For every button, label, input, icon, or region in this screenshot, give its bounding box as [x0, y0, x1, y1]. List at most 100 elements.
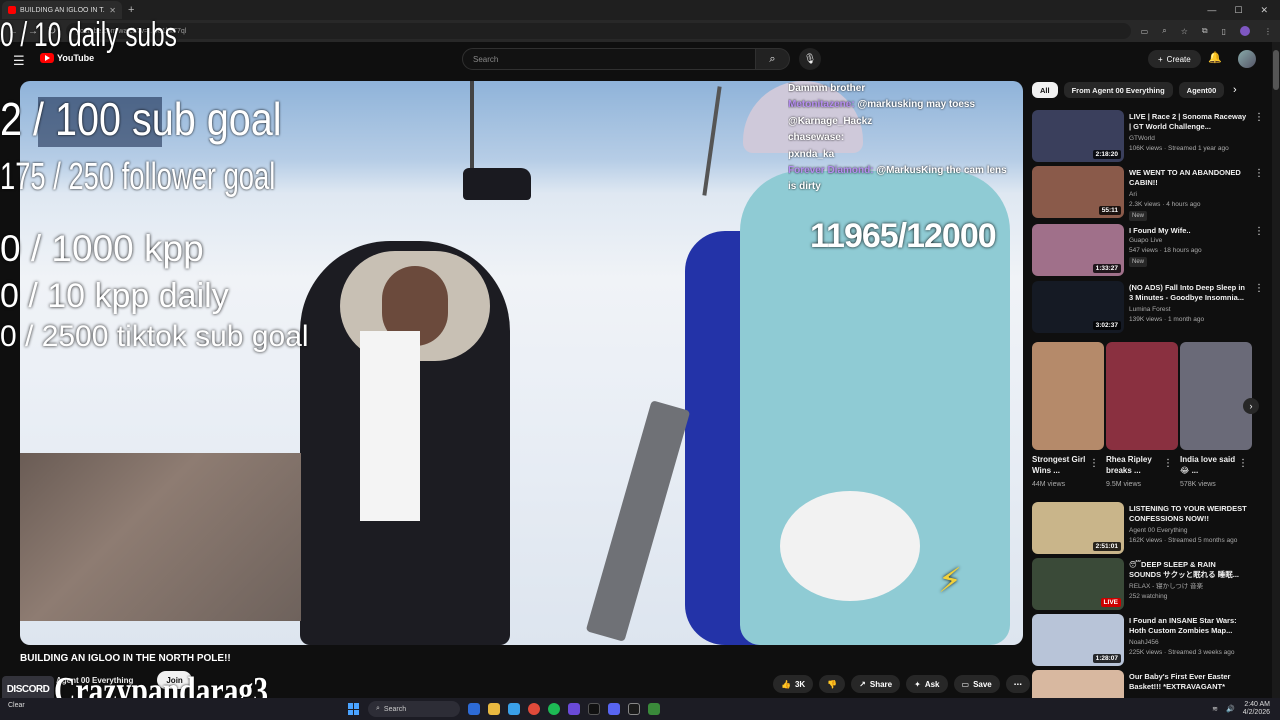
wifi-icon[interactable]: ≋	[1212, 705, 1218, 713]
recommendation-item[interactable]: 55:11 WE WENT TO AN ABANDONED CABIN!! Ar…	[1032, 166, 1268, 221]
recommendation-item[interactable]: 1:28:07 I Found an INSANE Star Wars: Hot…	[1032, 614, 1268, 666]
minecraft-icon[interactable]	[648, 703, 660, 715]
recommendation-title[interactable]: I Found My Wife..	[1129, 226, 1247, 236]
video-thumbnail[interactable]: 2:18:20	[1032, 110, 1124, 162]
recommendation-title[interactable]: 😴DEEP SLEEP & RAIN SOUNDS サクッと眠れる 睡眠...	[1129, 560, 1247, 580]
tiktok-icon[interactable]	[588, 703, 600, 715]
app-icon[interactable]	[568, 703, 580, 715]
short-thumbnail[interactable]	[1032, 342, 1104, 450]
search-button[interactable]: ⌕	[756, 48, 790, 70]
close-window-icon[interactable]: ✕	[1260, 5, 1268, 16]
create-button[interactable]: + Create	[1148, 50, 1201, 68]
more-vert-icon[interactable]: ⋮	[1254, 283, 1264, 294]
video-thumbnail[interactable]: 3:02:37	[1032, 281, 1124, 333]
task-view-icon[interactable]	[468, 703, 480, 715]
channel-name[interactable]: Guapo Live	[1129, 236, 1249, 246]
more-vert-icon[interactable]: ⋮	[1254, 168, 1264, 179]
like-button[interactable]: 👍 3K	[773, 675, 814, 693]
extensions-icon[interactable]: ⧉	[1202, 26, 1208, 36]
more-vert-icon[interactable]: ⋮	[1254, 226, 1264, 237]
zoom-icon[interactable]: ⌕	[1162, 26, 1166, 36]
channel-name[interactable]: NoahJ456	[1129, 638, 1249, 648]
bookmark-star-icon[interactable]: ☆	[1181, 27, 1188, 36]
more-actions-button[interactable]: ⋯	[1005, 675, 1030, 693]
recommendation-item[interactable]: Our Baby's First Ever Easter Basket!!! *…	[1032, 670, 1268, 698]
shorts-next-button[interactable]: ›	[1243, 398, 1259, 414]
short-title[interactable]: India love said 😂 ...	[1180, 454, 1240, 476]
new-badge: New	[1129, 211, 1148, 221]
scrollbar-thumb[interactable]	[1273, 50, 1279, 90]
recommendation-title[interactable]: Our Baby's First Ever Easter Basket!!! *…	[1129, 672, 1247, 692]
recommendation-item[interactable]: 1:33:27 I Found My Wife.. Guapo Live 547 …	[1032, 224, 1268, 276]
new-tab-icon[interactable]: +	[128, 4, 134, 16]
chip-from-channel[interactable]: From Agent 00 Everything	[1063, 82, 1173, 98]
taskbar-search[interactable]: ⌕ Search	[368, 701, 460, 717]
recommendation-title[interactable]: WE WENT TO AN ABANDONED CABIN!!	[1129, 168, 1247, 188]
video-thumbnail[interactable]: 2:51:01	[1032, 502, 1124, 554]
app-icon[interactable]	[628, 703, 640, 715]
recommendation-title[interactable]: LISTENING TO YOUR WEIRDEST CONFESSIONS N…	[1129, 504, 1247, 524]
recommendation-item[interactable]: 2:51:01 LISTENING TO YOUR WEIRDEST CONFE…	[1032, 502, 1268, 554]
recommendation-item[interactable]: 3:02:37 (NO ADS) Fall Into Deep Sleep in…	[1032, 281, 1268, 333]
share-button[interactable]: ↗ Share	[851, 675, 901, 693]
more-vert-icon[interactable]: ⋮	[1238, 458, 1248, 469]
short-thumbnail[interactable]	[1180, 342, 1252, 450]
more-vert-icon[interactable]: ⋮	[1254, 112, 1264, 123]
video-thumbnail[interactable]	[1032, 670, 1124, 698]
chrome-icon[interactable]	[528, 703, 540, 715]
chip-agent00[interactable]: Agent00	[1178, 82, 1225, 98]
recommendation-title[interactable]: (NO ADS) Fall Into Deep Sleep in 3 Minut…	[1129, 283, 1247, 303]
discord-icon[interactable]	[608, 703, 620, 715]
url-field[interactable]: youtube.com/watch?v=...481kkT7ql	[66, 23, 1131, 39]
short-thumbnail[interactable]	[1106, 342, 1178, 450]
short-title[interactable]: Strongest Girl Wins ...	[1032, 454, 1092, 476]
channel-name[interactable]: Ari	[1129, 190, 1249, 200]
ask-button[interactable]: ✦ Ask	[906, 675, 948, 693]
cast-icon[interactable]: ▭	[1141, 27, 1149, 36]
scrollbar-track[interactable]	[1272, 42, 1280, 700]
dislike-button[interactable]: 👎	[819, 675, 846, 693]
chip-all[interactable]: All	[1032, 82, 1058, 98]
edge-icon[interactable]	[508, 703, 520, 715]
recommendation-title[interactable]: LIVE | Race 2 | Sonoma Raceway | GT Worl…	[1129, 112, 1247, 132]
volume-icon[interactable]: 🔊	[1226, 705, 1235, 713]
minimize-icon[interactable]: —	[1207, 5, 1216, 16]
recommendation-title[interactable]: I Found an INSANE Star Wars: Hoth Custom…	[1129, 616, 1247, 636]
recommendation-meta: GTWorld 106K views · Streamed 1 year ago	[1129, 134, 1249, 154]
recommendation-item[interactable]: LIVE 😴DEEP SLEEP & RAIN SOUNDS サクッと眠れる 睡…	[1032, 558, 1268, 610]
video-thumbnail[interactable]: LIVE	[1032, 558, 1124, 610]
spotify-icon[interactable]	[548, 703, 560, 715]
clock[interactable]: 2:40 AM 4/2/2026	[1243, 701, 1270, 717]
hamburger-menu-icon[interactable]: ☰	[13, 53, 25, 69]
sidebar-icon[interactable]: ▯	[1222, 27, 1226, 36]
short-title[interactable]: Rhea Ripley breaks ...	[1106, 454, 1166, 476]
profile-avatar[interactable]	[1240, 26, 1250, 36]
account-avatar[interactable]	[1238, 50, 1256, 68]
chevron-right-icon[interactable]: ›	[1233, 84, 1237, 96]
lightning-bolt-icon: ⚡	[938, 562, 962, 600]
weather-widget[interactable]: Clear	[8, 702, 25, 710]
channel-name[interactable]: RELAX - 寝かしつけ 音楽	[1129, 582, 1249, 592]
maximize-icon[interactable]: ☐	[1234, 5, 1242, 16]
video-thumbnail[interactable]: 55:11	[1032, 166, 1124, 218]
video-thumbnail[interactable]: 1:28:07	[1032, 614, 1124, 666]
recommendation-item[interactable]: 2:18:20 LIVE | Race 2 | Sonoma Raceway |…	[1032, 110, 1268, 162]
more-vert-icon[interactable]: ⋮	[1089, 458, 1099, 469]
save-button[interactable]: ▭ Save	[953, 675, 1000, 693]
windows-start-icon[interactable]	[348, 703, 360, 715]
video-thumbnail[interactable]: 1:33:27	[1032, 224, 1124, 276]
notifications-bell-icon[interactable]: 🔔	[1208, 51, 1222, 64]
more-vert-icon[interactable]: ⋮	[1163, 458, 1173, 469]
channel-name[interactable]: GTWorld	[1129, 134, 1249, 144]
close-icon[interactable]: ✕	[109, 6, 116, 15]
channel-name[interactable]: Lumina Forest	[1129, 305, 1249, 315]
search-input[interactable]: Search	[462, 48, 756, 70]
kebab-menu-icon[interactable]: ⋮	[1264, 27, 1272, 36]
voice-search-button[interactable]: 🎙	[799, 48, 821, 70]
sub-goal: 2 / 100 sub goal	[0, 93, 282, 145]
hand-saw	[585, 400, 691, 642]
recommendation-meta: Ari 2.3K views · 4 hours ago New	[1129, 190, 1249, 221]
file-explorer-icon[interactable]	[488, 703, 500, 715]
channel-name[interactable]: Agent 00 Everything	[1129, 526, 1249, 536]
duration-badge: 1:33:27	[1092, 264, 1121, 273]
